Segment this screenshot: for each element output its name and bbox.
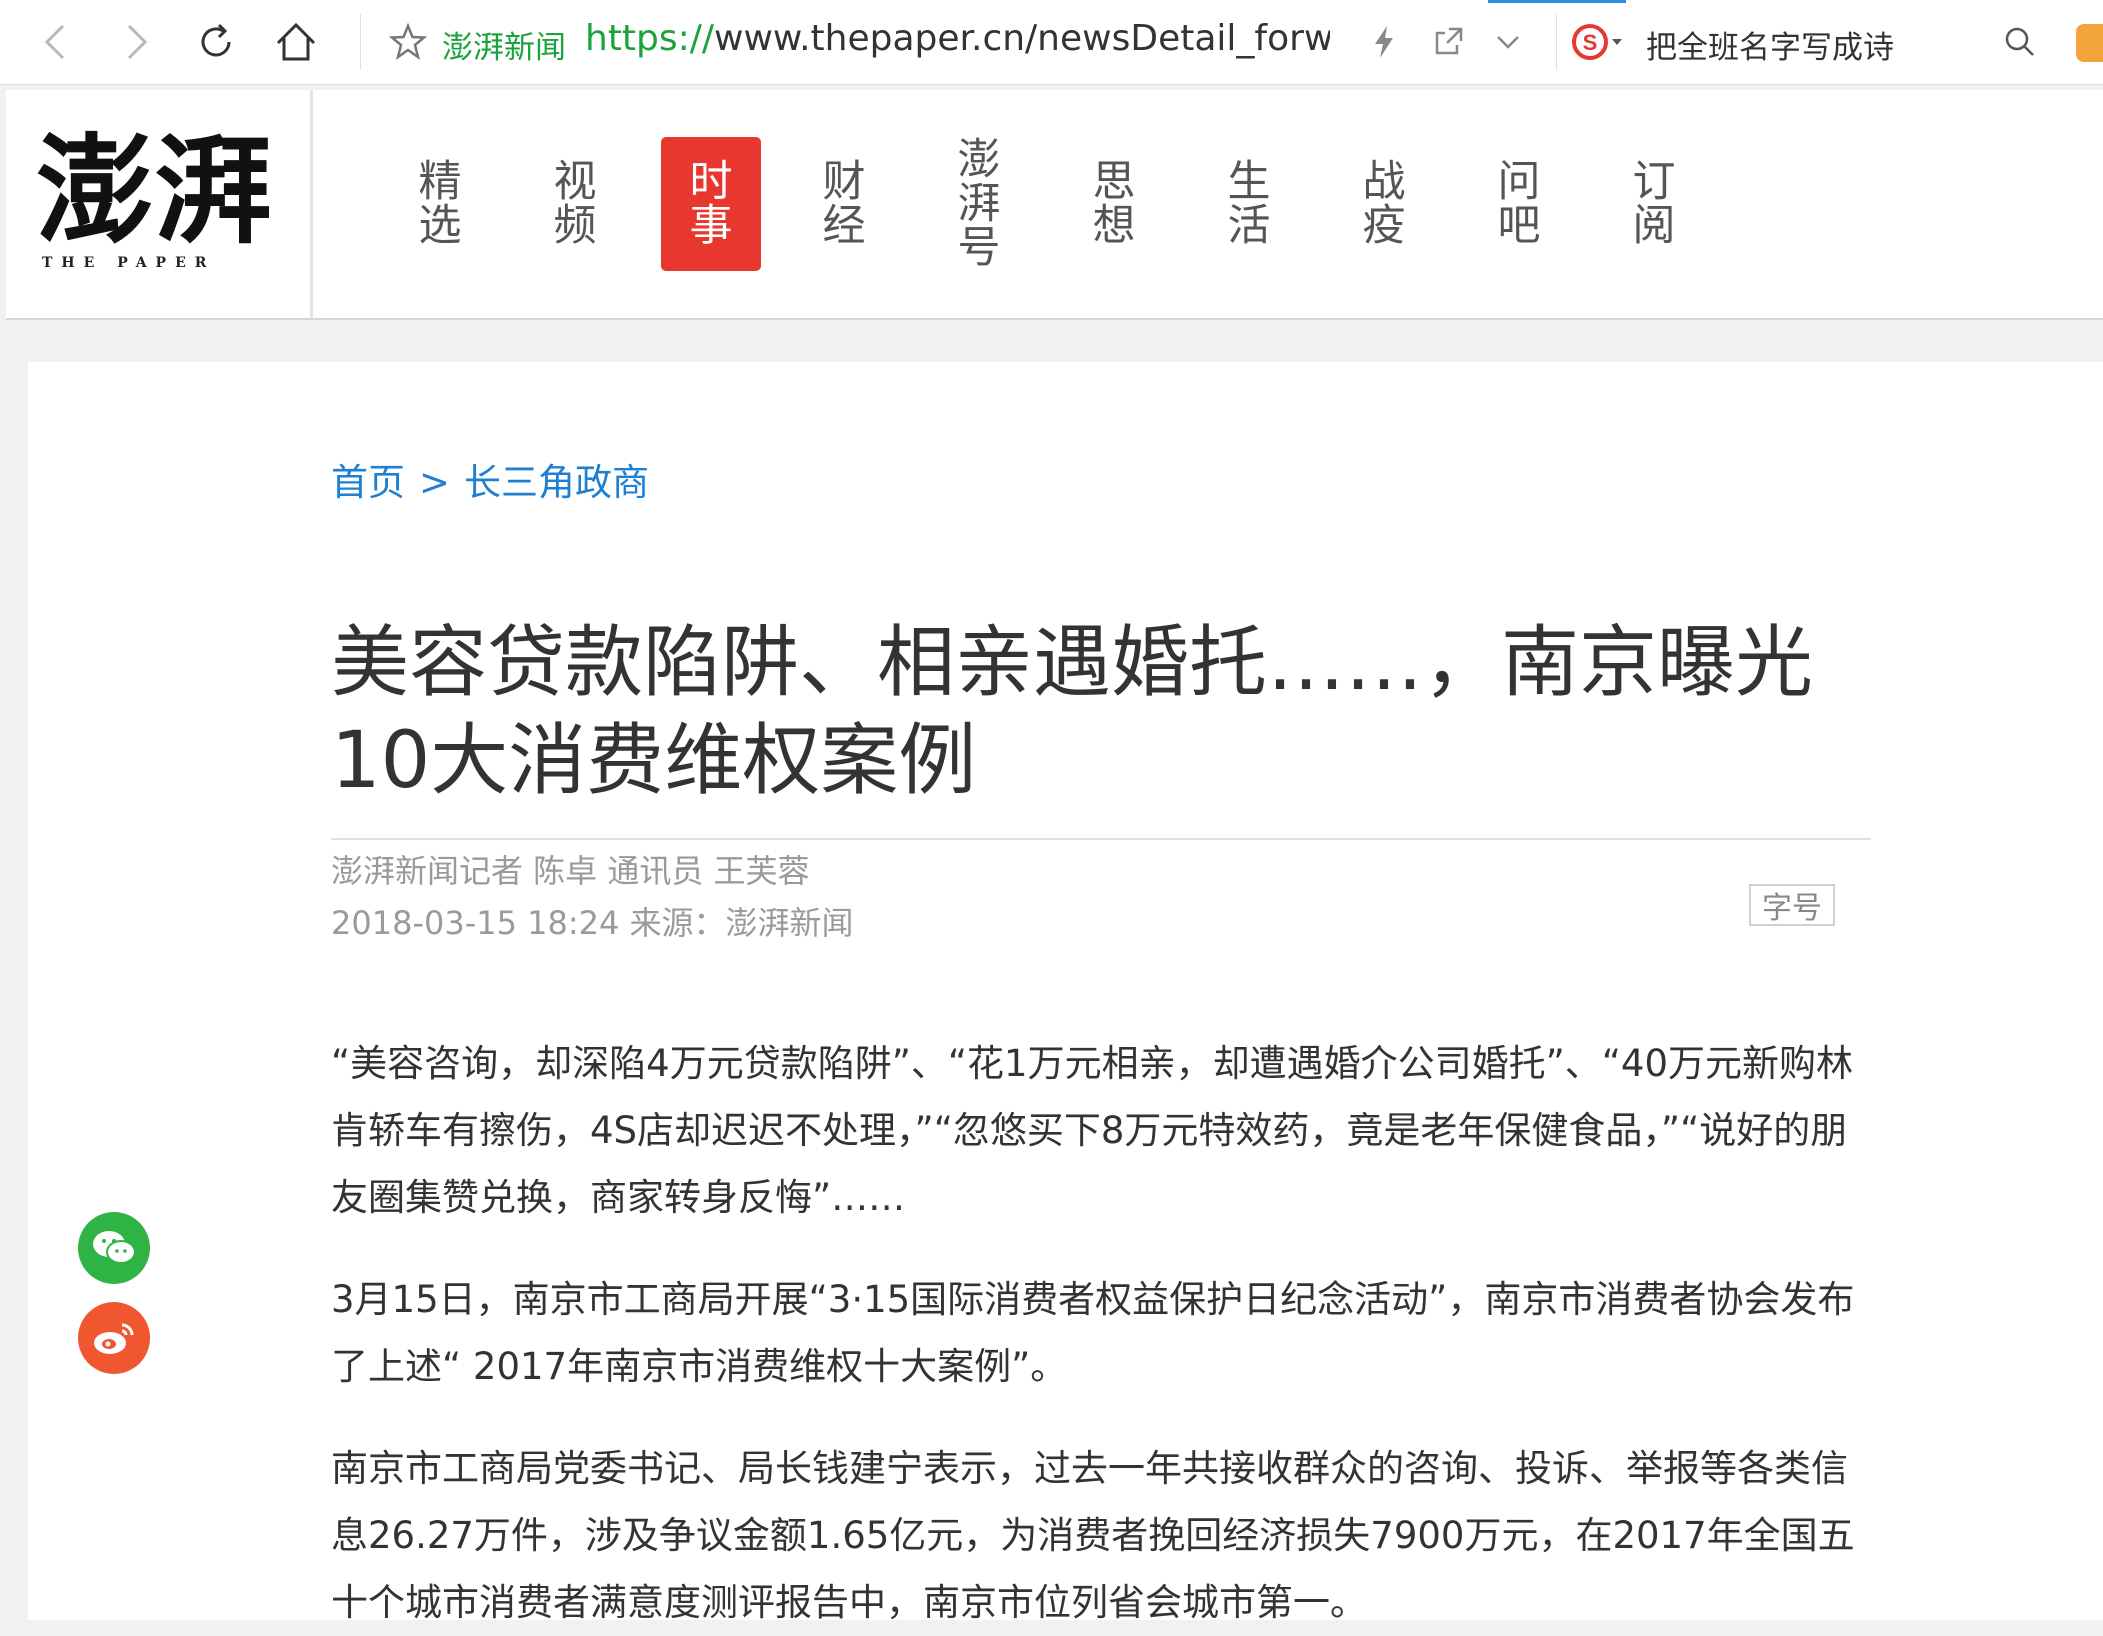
nav-label: 澎湃号	[957, 135, 1001, 273]
site-header: 澎湃 THE PAPER 精选 视频 时事 财经 澎湃号 思想 生活 战疫 问吧…	[6, 90, 2103, 320]
nav-item-shishi[interactable]: 时事	[661, 137, 761, 271]
url-protocol: https://	[585, 18, 715, 59]
breadcrumb-section-link[interactable]: 长三角政商	[464, 461, 649, 504]
weibo-icon	[94, 1323, 134, 1354]
nav-label: 视频	[553, 157, 597, 251]
nav-item-wenba[interactable]: 问吧	[1469, 137, 1569, 271]
chevron-down-icon[interactable]	[1482, 16, 1534, 68]
nav-item-shenghuo[interactable]: 生活	[1199, 137, 1299, 271]
url-path: www.thepaper.cn/newsDetail_forward_203	[714, 18, 1330, 59]
nav-item-sixiang[interactable]: 思想	[1064, 137, 1164, 271]
address-site-name: 澎湃新闻	[442, 30, 566, 66]
nav-label: 问吧	[1497, 157, 1541, 251]
nav-label: 财经	[822, 157, 866, 251]
nav-item-zhanyi[interactable]: 战疫	[1334, 137, 1434, 271]
nav-label: 战疫	[1362, 157, 1406, 251]
nav-label: 订阅	[1632, 157, 1676, 251]
search-icon[interactable]	[1994, 16, 2046, 68]
article-paragraph: 南京市工商局党委书记、局长钱建宁表示，过去一年共接收群众的咨询、投诉、举报等各类…	[331, 1447, 1855, 1624]
svg-text:S: S	[1583, 30, 1598, 55]
weibo-share-button[interactable]	[78, 1302, 150, 1374]
tab-hover-indicator	[1488, 0, 1626, 3]
toolbar-divider-2	[1556, 14, 1557, 70]
extension-icon[interactable]	[2076, 24, 2103, 62]
nav-label: 时事	[689, 157, 733, 251]
breadcrumb-home-link[interactable]: 首页	[331, 461, 405, 504]
reload-icon[interactable]	[190, 16, 242, 68]
article-paragraph: 3月15日，南京市工商局开展“3·15国际消费者权益保护日纪念活动”，南京市消费…	[331, 1278, 1855, 1388]
article-container: 首页 > 长三角政商 美容贷款陷阱、相亲遇婚托……，南京曝光10大消费维权案例 澎湃…	[28, 362, 2103, 1624]
logo-calligraphy: 澎湃	[36, 121, 272, 260]
favorite-star-icon[interactable]	[382, 16, 434, 68]
breadcrumb: 首页 > 长三角政商	[331, 452, 649, 506]
nav-label: 思想	[1092, 157, 1136, 251]
nav-item-pengpaihao[interactable]: 澎湃号	[929, 137, 1029, 271]
article-title: 美容贷款陷阱、相亲遇婚托……，南京曝光10大消费维权案例	[331, 618, 1814, 807]
svg-text:澎湃: 澎湃	[36, 121, 272, 260]
browser-toolbar: 澎湃新闻 https://www.thepaper.cn/newsDetail_…	[0, 0, 2103, 85]
share-page-icon[interactable]	[1422, 16, 1474, 68]
breadcrumb-separator: >	[419, 461, 451, 504]
address-url-input[interactable]: https://www.thepaper.cn/newsDetail_forwa…	[585, 18, 1330, 59]
nav-item-shipin[interactable]: 视频	[525, 137, 625, 271]
nav-item-dingyue[interactable]: 订阅	[1604, 137, 1704, 271]
article-authors: 澎湃新闻记者 陈卓 通讯员 王芙蓉	[331, 852, 810, 890]
sogou-search-engine-icon[interactable]: S	[1568, 16, 1628, 68]
article-paragraph: “美容咨询，却深陷4万元贷款陷阱”、“花1万元相亲，却遭遇婚介公司婚托”、“40…	[331, 1042, 1854, 1219]
wechat-share-button[interactable]	[78, 1212, 150, 1284]
article-dateline: 2018-03-15 18:24 来源：澎湃新闻	[331, 904, 854, 942]
forward-icon[interactable]	[110, 16, 162, 68]
nav-item-caijing[interactable]: 财经	[794, 137, 894, 271]
site-logo[interactable]: 澎湃 THE PAPER	[6, 90, 313, 318]
logo-subtitle: THE PAPER	[42, 255, 216, 271]
lightning-icon[interactable]	[1358, 16, 1410, 68]
font-size-button[interactable]: 字号	[1749, 884, 1835, 926]
search-input[interactable]: 把全班名字写成诗	[1646, 22, 1894, 67]
nav-item-jingxuan[interactable]: 精选	[390, 137, 490, 271]
nav-label: 生活	[1227, 157, 1271, 251]
meta-divider	[331, 838, 1871, 840]
toolbar-divider	[360, 14, 361, 70]
home-icon[interactable]	[270, 16, 322, 68]
nav-label: 精选	[418, 157, 462, 251]
back-icon[interactable]	[30, 16, 82, 68]
wechat-icon	[93, 1231, 136, 1264]
